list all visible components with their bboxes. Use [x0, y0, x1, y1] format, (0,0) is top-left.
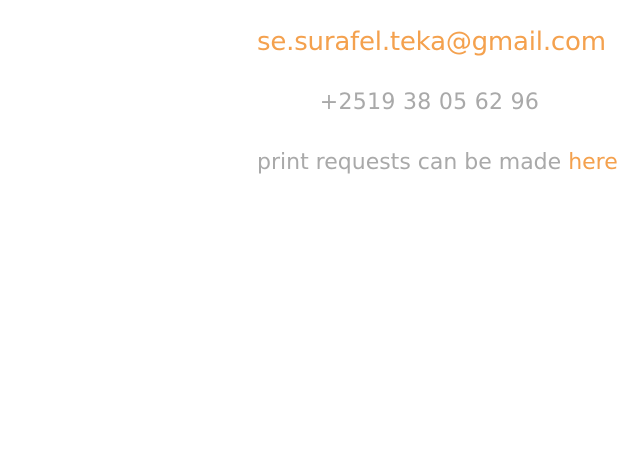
print-requests-text: print requests can be made: [257, 150, 569, 175]
print-requests-line: print requests can be made here: [257, 148, 618, 178]
contact-block: se.surafel.teka@gmail.com +2519 38 05 62…: [257, 24, 618, 178]
phone-number: +2519 38 05 62 96: [319, 90, 540, 115]
email-link[interactable]: se.surafel.teka@gmail.com: [257, 24, 606, 60]
print-requests-link[interactable]: here: [568, 150, 618, 175]
